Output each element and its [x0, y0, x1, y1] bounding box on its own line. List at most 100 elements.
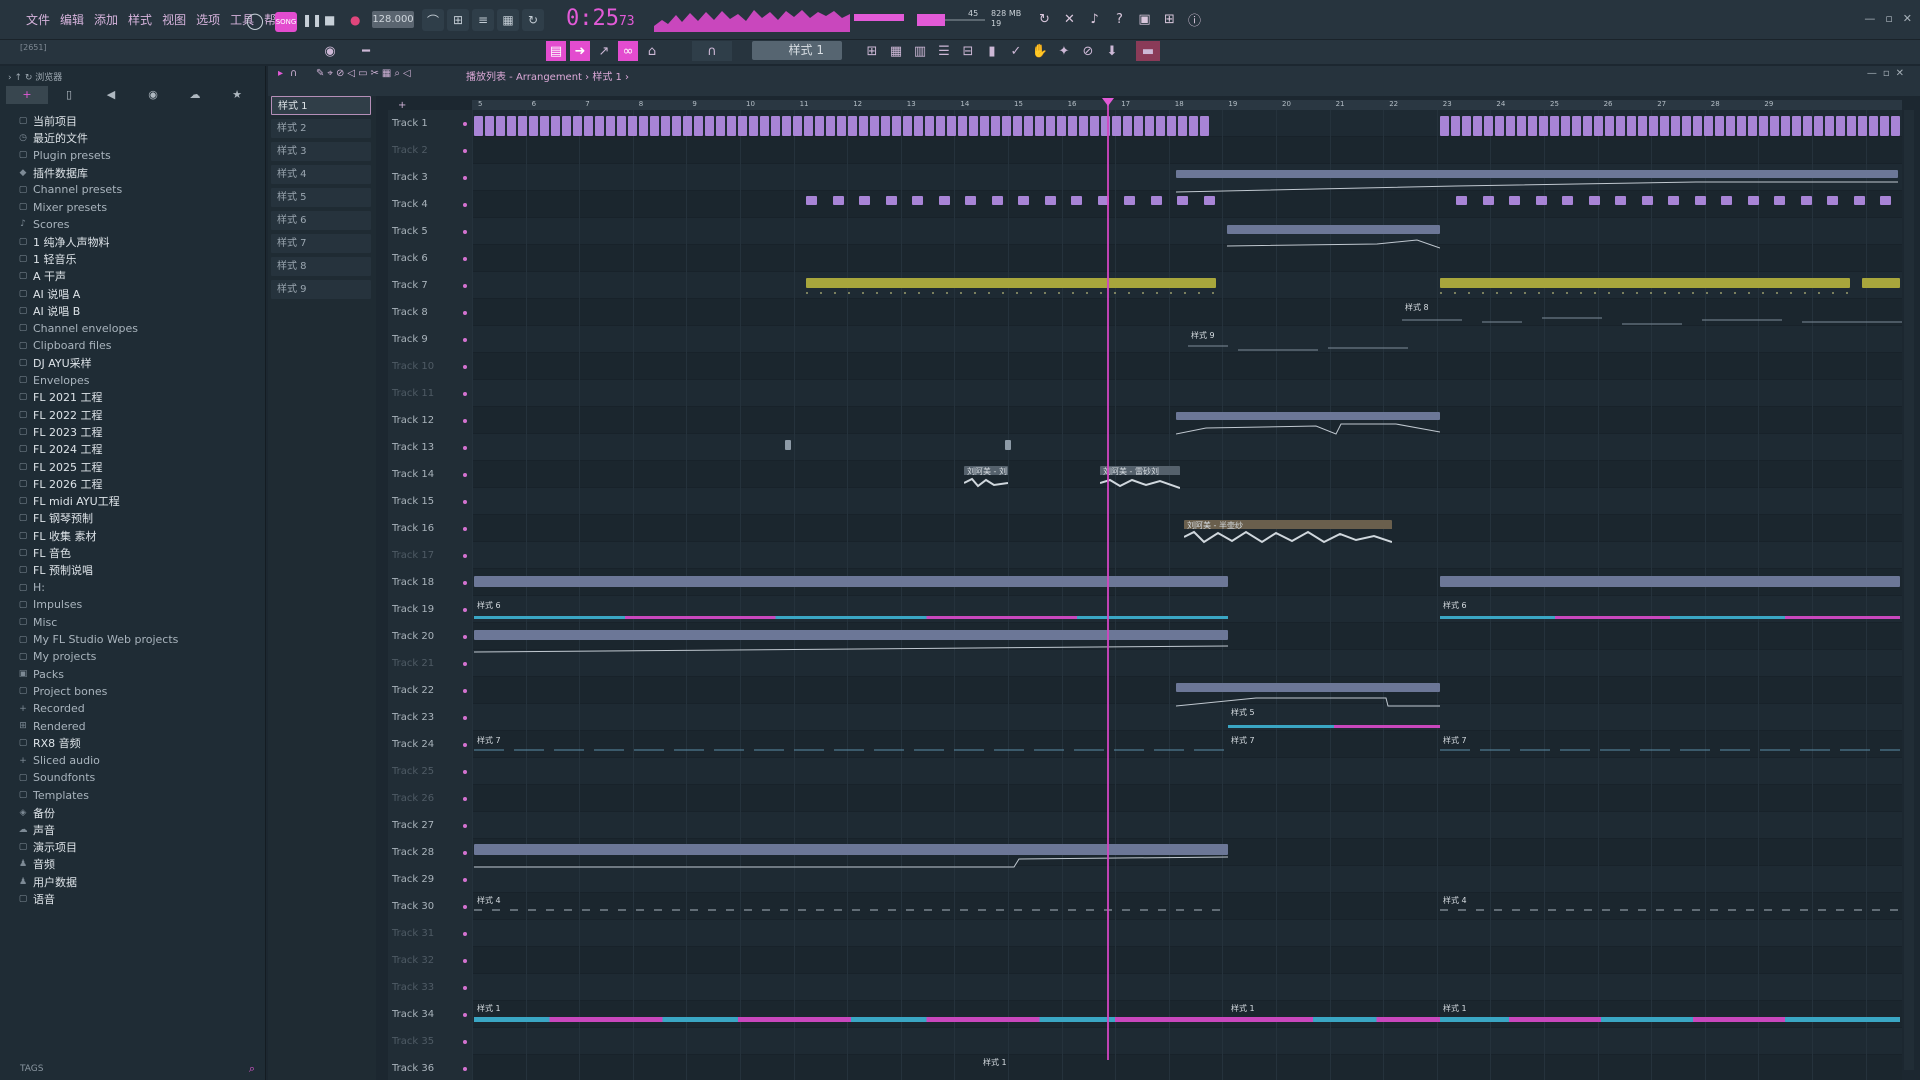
pattern-block-track-1[interactable]: [760, 116, 769, 136]
pattern-block-track-1[interactable]: [672, 116, 681, 136]
track-header-34[interactable]: Track 34: [392, 1001, 470, 1028]
pattern-block-track-1[interactable]: [1726, 116, 1735, 136]
pattern-clip-track-34-b[interactable]: 样式 1: [1228, 1003, 1440, 1029]
pattern-block-track-1[interactable]: [617, 116, 626, 136]
arrangement-grid[interactable]: 样式 8 样式 9 刘阿美 - 刘 刘阿美 - 雷砂刘 刘阿美 - 半壶纱 样式…: [472, 110, 1902, 1080]
browser-item[interactable]: ☁ 声音: [18, 821, 258, 838]
play-button[interactable]: ❚❚: [302, 8, 322, 32]
pattern-clip-track-7-a[interactable]: [806, 278, 1216, 288]
pattern-block-track-1[interactable]: [584, 116, 593, 136]
pattern-block-track-1[interactable]: [573, 116, 582, 136]
track-header-2[interactable]: Track 2: [392, 137, 470, 164]
pattern-clip-track-7-b[interactable]: [1440, 278, 1850, 288]
track-mute-indicator[interactable]: [463, 446, 467, 450]
track-header-7[interactable]: Track 7: [392, 272, 470, 299]
pattern-block-track-1[interactable]: [1858, 116, 1867, 136]
pattern-block-track-4[interactable]: [938, 196, 950, 205]
touch-toggle[interactable]: ✋: [1030, 41, 1050, 61]
browser-item[interactable]: ▢ 1 轻音乐: [18, 250, 258, 267]
playlist-button[interactable]: ▤: [546, 41, 566, 61]
browser-item[interactable]: ▢ Impulses: [18, 596, 258, 613]
pattern-block-track-1[interactable]: [507, 116, 516, 136]
pattern-block-track-1[interactable]: [529, 116, 538, 136]
pattern-clip-track-19-b[interactable]: 样式 6: [1440, 600, 1900, 626]
pattern-block-track-1[interactable]: [1517, 116, 1526, 136]
pattern-block-track-1[interactable]: [1792, 116, 1801, 136]
pattern-clip-track-24-c[interactable]: 样式 7: [1440, 735, 1900, 761]
pattern-block-track-1[interactable]: [1200, 116, 1209, 136]
pattern-clip-track-34-c[interactable]: 样式 1: [1440, 1003, 1900, 1029]
pattern-block-track-4[interactable]: [1588, 196, 1600, 205]
track-mute-indicator[interactable]: [463, 554, 467, 558]
track-header-24[interactable]: Track 24: [392, 731, 470, 758]
pattern-block-track-1[interactable]: [1167, 116, 1176, 136]
browser-tab-plugins[interactable]: ◉: [132, 86, 174, 104]
browser-tab-cloud[interactable]: ☁: [174, 86, 216, 104]
pattern-block-track-1[interactable]: [474, 116, 483, 136]
pattern-block-track-1[interactable]: [1451, 116, 1460, 136]
pattern-block-track-1[interactable]: [661, 116, 670, 136]
track-header-6[interactable]: Track 6: [392, 245, 470, 272]
browser-item[interactable]: ▢ AI 说唱 B: [18, 302, 258, 319]
pattern-block-track-1[interactable]: [1825, 116, 1834, 136]
pattern-block-track-4[interactable]: [1562, 196, 1573, 205]
playlist-menu-icon[interactable]: ▸: [278, 68, 283, 79]
step-button[interactable]: ➜: [570, 41, 590, 61]
pattern-block-track-1[interactable]: [1759, 116, 1768, 136]
track-mute-indicator[interactable]: [463, 905, 467, 909]
pattern-block-track-1[interactable]: [1605, 116, 1614, 136]
track-mute-indicator[interactable]: [463, 635, 467, 639]
pattern-clip-track-9[interactable]: 样式 9: [1188, 330, 1408, 356]
pattern-block-track-1[interactable]: [1880, 116, 1889, 136]
pattern-block-track-1[interactable]: [1638, 116, 1647, 136]
pattern-block-track-4[interactable]: [1668, 196, 1679, 205]
pattern-block-track-1[interactable]: [705, 116, 714, 136]
track-mute-indicator[interactable]: [463, 284, 467, 288]
browser-tab-audio[interactable]: ◀: [90, 86, 132, 104]
automation-clip-track-22[interactable]: [1176, 683, 1440, 692]
pattern-block-track-1[interactable]: [1123, 116, 1132, 136]
pattern-clip-track-34-a[interactable]: 样式 1: [474, 1003, 1228, 1029]
menu-options[interactable]: 选项: [192, 11, 224, 28]
refresh-icon[interactable]: ↻: [1034, 9, 1055, 30]
browser-item[interactable]: ♟ 音频: [18, 856, 258, 873]
pattern-block-track-1[interactable]: [925, 116, 934, 136]
browser-item[interactable]: ▢ Envelopes: [18, 371, 258, 388]
track-mute-indicator[interactable]: [463, 527, 467, 531]
audio-clip-track-16[interactable]: 刘阿美 - 半壶纱: [1184, 520, 1392, 546]
pattern-block-track-1[interactable]: [518, 116, 527, 136]
track-header-18[interactable]: Track 18: [392, 569, 470, 596]
pattern-block-track-4[interactable]: [1124, 196, 1135, 205]
pattern-block-track-1[interactable]: [1013, 116, 1022, 136]
track-header-19[interactable]: Track 19: [392, 596, 470, 623]
playlist-window-controls[interactable]: —▫✕: [1867, 68, 1910, 79]
snap-selector[interactable]: ∩: [692, 41, 732, 61]
pattern-block-track-1[interactable]: [1002, 116, 1011, 136]
record-button[interactable]: ●: [350, 8, 360, 32]
track-mute-indicator[interactable]: [463, 149, 467, 153]
maximize-icon[interactable]: ▫: [1885, 12, 1892, 25]
pattern-block-track-1[interactable]: [1473, 116, 1482, 136]
pattern-block-track-4[interactable]: [1177, 196, 1188, 205]
pattern-block-track-1[interactable]: [1495, 116, 1504, 136]
track-header-35[interactable]: Track 35: [392, 1028, 470, 1055]
pattern-block-track-4[interactable]: [965, 196, 976, 205]
metronome-button[interactable]: ⌒: [422, 8, 444, 32]
pattern-block-track-1[interactable]: [1649, 116, 1658, 136]
automation-clip-track-28[interactable]: [474, 844, 1228, 855]
menu-view[interactable]: 视图: [158, 11, 190, 28]
pattern-block-track-4[interactable]: [1721, 196, 1732, 205]
help-toggle[interactable]: ⊘: [1078, 41, 1098, 61]
browser-item[interactable]: ▢ H:: [18, 579, 258, 596]
picker-pattern-2[interactable]: 样式 2: [271, 119, 371, 138]
pattern-block-track-1[interactable]: [1693, 116, 1702, 136]
track-mute-indicator[interactable]: [463, 662, 467, 666]
pattern-block-track-1[interactable]: [1671, 116, 1680, 136]
close-icon[interactable]: ✕: [1903, 12, 1912, 25]
track-header-26[interactable]: Track 26: [392, 785, 470, 812]
pattern-clip-track-24-a[interactable]: 样式 7: [474, 735, 1228, 761]
automation-clip-track-12[interactable]: [1176, 412, 1440, 420]
track-mute-indicator[interactable]: [463, 473, 467, 477]
pattern-block-track-4[interactable]: [1827, 196, 1838, 205]
snap-slider[interactable]: ━: [356, 41, 376, 61]
